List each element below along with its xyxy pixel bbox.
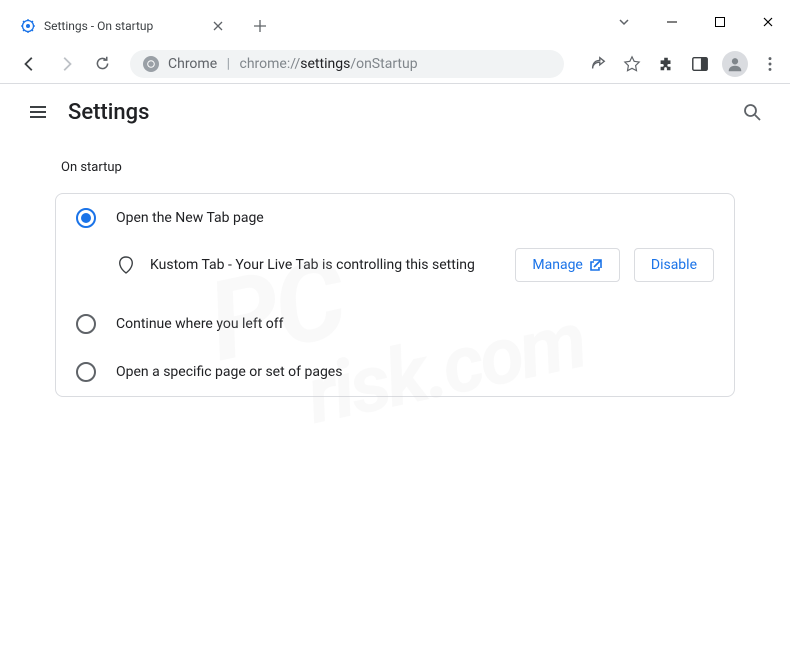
settings-header: Settings <box>0 84 790 140</box>
bookmark-icon[interactable] <box>620 52 644 76</box>
window-dropdown-button[interactable] <box>610 8 638 36</box>
manage-button[interactable]: Manage <box>515 248 619 282</box>
startup-options-card: Open the New Tab page Kustom Tab - Your … <box>55 193 735 397</box>
external-link-icon <box>589 258 603 272</box>
extension-notice-text: Kustom Tab - Your Live Tab is controllin… <box>150 257 501 273</box>
kebab-menu-icon[interactable] <box>758 52 782 76</box>
tab-close-button[interactable] <box>210 18 226 34</box>
hamburger-menu-button[interactable] <box>20 94 56 130</box>
share-icon[interactable] <box>586 52 610 76</box>
tabstrip: Settings - On startup <box>8 8 274 44</box>
extensions-icon[interactable] <box>654 52 678 76</box>
option-label: Continue where you left off <box>116 316 284 332</box>
back-button[interactable] <box>16 50 44 78</box>
option-label: Open a specific page or set of pages <box>116 364 342 380</box>
settings-icon <box>20 18 36 34</box>
radio-unselected[interactable] <box>76 362 96 382</box>
extension-app-icon <box>116 255 136 275</box>
window-minimize-button[interactable] <box>658 8 686 36</box>
profile-avatar[interactable] <box>722 51 748 77</box>
search-button[interactable] <box>734 94 770 130</box>
option-continue[interactable]: Continue where you left off <box>56 300 734 348</box>
browser-toolbar: Chrome | chrome://settings/onStartup <box>0 44 790 84</box>
new-tab-button[interactable] <box>246 12 274 40</box>
disable-button[interactable]: Disable <box>634 248 714 282</box>
settings-content: On startup Open the New Tab page Kustom … <box>0 140 790 417</box>
radio-selected[interactable] <box>76 208 96 228</box>
reload-button[interactable] <box>88 50 116 78</box>
side-panel-icon[interactable] <box>688 52 712 76</box>
url-display: Chrome | chrome://settings/onStartup <box>168 56 418 72</box>
radio-unselected[interactable] <box>76 314 96 334</box>
chrome-icon <box>142 55 160 73</box>
page-title: Settings <box>68 100 734 125</box>
window-close-button[interactable] <box>754 8 782 36</box>
forward-button[interactable] <box>52 50 80 78</box>
address-bar[interactable]: Chrome | chrome://settings/onStartup <box>130 50 564 78</box>
extension-notice-row: Kustom Tab - Your Live Tab is controllin… <box>56 242 734 300</box>
option-specific-pages[interactable]: Open a specific page or set of pages <box>56 348 734 396</box>
tab-title: Settings - On startup <box>44 19 210 33</box>
browser-tab[interactable]: Settings - On startup <box>8 9 238 43</box>
option-label: Open the New Tab page <box>116 210 264 226</box>
window-maximize-button[interactable] <box>706 8 734 36</box>
option-open-new-tab[interactable]: Open the New Tab page <box>56 194 734 242</box>
section-title: On startup <box>55 160 735 175</box>
